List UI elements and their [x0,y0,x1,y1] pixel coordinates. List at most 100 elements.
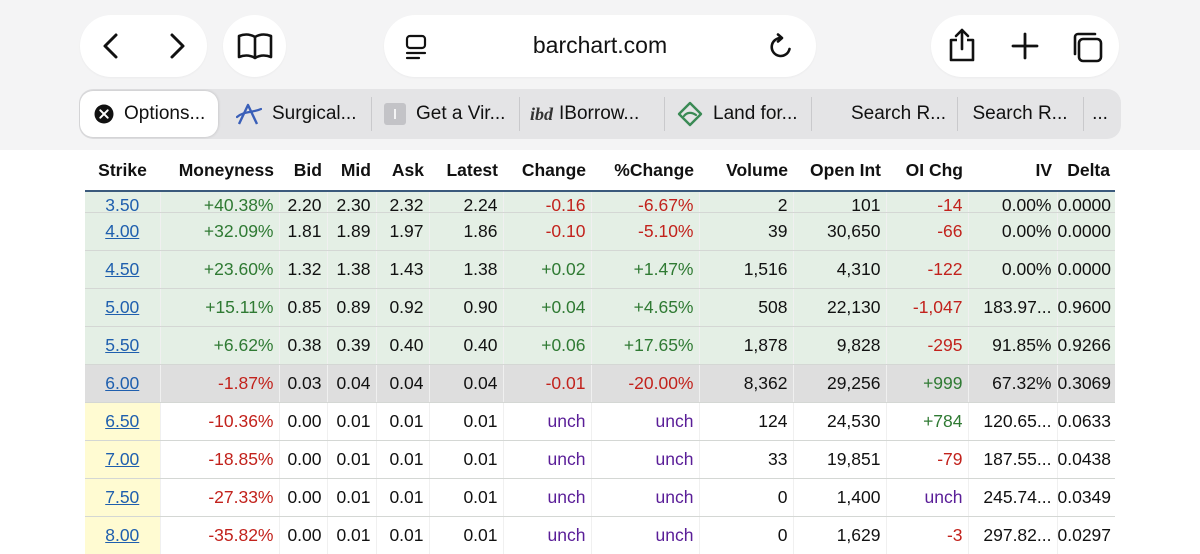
cell-moneyness: -35.82% [160,516,280,554]
tab-label: Search R... [972,103,1068,124]
column-header-strike[interactable]: Strike [85,150,160,192]
cell-strike: 8.00 [85,516,161,554]
column-header-volume[interactable]: Volume [699,150,793,192]
tab-more[interactable]: ... [1085,89,1115,139]
new-tab-icon[interactable] [1011,32,1039,60]
cell-ask: 1.43 [376,250,430,289]
cell-mid: 0.89 [327,288,377,327]
column-header-open-interest[interactable]: Open Int [793,150,886,192]
cell-ask: 0.04 [376,364,430,403]
cell-iv: 67.32% [968,364,1058,403]
cell-latest: 0.01 [429,402,504,441]
gray-tile-icon [384,103,406,125]
column-header-ask[interactable]: Ask [376,150,429,192]
cell-mid: 0.01 [327,402,377,441]
cell-ask: 2.32 [376,191,430,213]
cell-change: unch [503,478,592,517]
tab-iborrow[interactable]: ibd IBorrow... [520,89,663,139]
cell-delta: 0.0349 [1057,478,1115,517]
table-row[interactable]: 4.00 +32.09% 1.81 1.89 1.97 1.86 -0.10 -5.10% 39… [85,212,1115,251]
strike-link[interactable]: 8.00 [105,525,139,545]
cell-iv: 0.00% [968,250,1058,289]
cell-bid: 0.00 [279,440,328,479]
table-row[interactable]: 4.50 +23.60% 1.32 1.38 1.43 1.38 +0.02 +1.47% 1,… [85,250,1115,289]
cell-moneyness: +40.38% [160,191,280,213]
cell-oi-change: -295 [886,326,969,365]
cell-ask: 0.01 [376,440,430,479]
share-icon[interactable] [947,28,977,62]
cell-strike: 4.50 [85,250,161,289]
strike-link[interactable]: 6.00 [105,373,139,393]
table-row[interactable]: 3.50 +40.38% 2.20 2.30 2.32 2.24 -0.16 -6.67% 2 1… [85,191,1115,213]
cell-latest: 0.04 [429,364,504,403]
surgical-logo-icon [236,102,262,126]
cell-moneyness: -1.87% [160,364,280,403]
cell-change: +0.04 [503,288,592,327]
cell-strike: 7.00 [85,440,161,479]
strike-link[interactable]: 7.00 [105,449,139,469]
cell-mid: 1.89 [327,212,377,251]
table-row[interactable]: 5.50 +6.62% 0.38 0.39 0.40 0.40 +0.06 +17.65% 1,… [85,326,1115,365]
column-header-latest[interactable]: Latest [429,150,503,192]
cell-latest: 0.01 [429,516,504,554]
cell-oi-change: +999 [886,364,969,403]
strike-link[interactable]: 7.50 [105,487,139,507]
cell-open-interest: 101 [793,191,887,213]
strike-link[interactable]: 4.00 [105,221,139,241]
cell-delta: 0.0297 [1057,516,1115,554]
tab-land-for[interactable]: Land for... [665,89,810,139]
table-row[interactable]: 6.00 -1.87% 0.03 0.04 0.04 0.04 -0.01 -20.00% 8,… [85,364,1115,403]
strike-link[interactable]: 5.50 [105,335,139,355]
table-row[interactable]: 6.50 -10.36% 0.00 0.01 0.01 0.01 unch unch 124 24… [85,402,1115,441]
cell-volume: 1,878 [699,326,794,365]
cell-percent-change: unch [591,516,700,554]
cell-latest: 2.24 [429,191,504,213]
cell-delta: 0.9600 [1057,288,1115,327]
table-row[interactable]: 7.00 -18.85% 0.00 0.01 0.01 0.01 unch unch 33 19,… [85,440,1115,479]
column-header-oi-change[interactable]: OI Chg [886,150,968,192]
cell-bid: 0.38 [279,326,328,365]
forward-icon[interactable] [162,32,190,60]
cell-ask: 0.01 [376,516,430,554]
cell-open-interest: 9,828 [793,326,887,365]
column-header-moneyness[interactable]: Moneyness [160,150,279,192]
reload-icon[interactable] [767,33,795,61]
back-icon[interactable] [98,32,126,60]
strike-link[interactable]: 4.50 [105,259,139,279]
cell-open-interest: 24,530 [793,402,887,441]
table-row[interactable]: 8.00 -35.82% 0.00 0.01 0.01 0.01 unch unch 0 1,62… [85,516,1115,554]
cell-delta: 0.0000 [1057,191,1115,213]
column-header-percent-change[interactable]: %Change [591,150,699,192]
cell-moneyness: -10.36% [160,402,280,441]
cell-open-interest: 1,400 [793,478,887,517]
tab-label: Land for... [713,103,798,124]
cell-iv: 297.82... [968,516,1058,554]
cell-percent-change: -20.00% [591,364,700,403]
tab-surgical[interactable]: Surgical... [219,89,370,139]
cell-open-interest: 30,650 [793,212,887,251]
tab-get-a-virtual[interactable]: Get a Vir... [372,89,518,139]
strike-link[interactable]: 3.50 [105,195,139,211]
strike-link[interactable]: 5.00 [105,297,139,317]
bookmarks-button[interactable] [223,15,286,77]
column-header-mid[interactable]: Mid [327,150,376,192]
table-row[interactable]: 5.00 +15.11% 0.85 0.89 0.92 0.90 +0.04 +4.65% 50… [85,288,1115,327]
column-header-bid[interactable]: Bid [279,150,327,192]
address-bar[interactable]: barchart.com [384,15,816,77]
column-header-iv[interactable]: IV [968,150,1057,192]
tab-options[interactable]: Options... [80,91,218,137]
tab-search-results-1[interactable]: Search R... [812,89,957,139]
cell-volume: 0 [699,516,794,554]
cell-percent-change: +17.65% [591,326,700,365]
cell-mid: 0.39 [327,326,377,365]
strike-link[interactable]: 6.50 [105,411,139,431]
tab-search-results-2[interactable]: Search R... [958,89,1082,139]
cell-moneyness: -27.33% [160,478,280,517]
tabs-overview-icon[interactable] [1070,30,1104,64]
cell-change: -0.10 [503,212,592,251]
close-icon[interactable] [94,104,114,124]
table-row[interactable]: 7.50 -27.33% 0.00 0.01 0.01 0.01 unch unch 0 1,40… [85,478,1115,517]
column-header-delta[interactable]: Delta [1057,150,1115,192]
cell-bid: 0.00 [279,402,328,441]
column-header-change[interactable]: Change [503,150,591,192]
